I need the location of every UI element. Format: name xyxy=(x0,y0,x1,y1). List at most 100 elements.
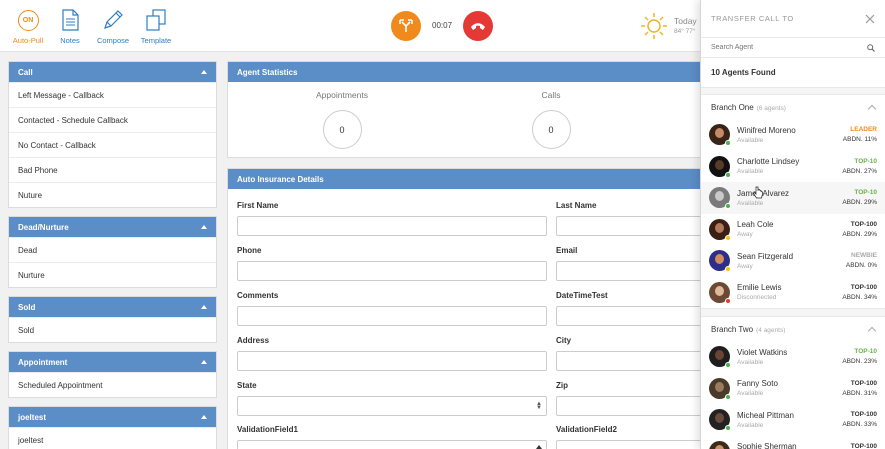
agent-info: Micheal Pittman Available xyxy=(737,411,842,429)
category-header[interactable]: Call xyxy=(9,62,216,82)
hang-up-button[interactable] xyxy=(463,11,493,41)
avatar xyxy=(709,409,731,432)
field-datetimetest: DateTimeTest xyxy=(556,291,701,326)
agent-status: Available xyxy=(737,421,764,429)
branch-header[interactable]: Branch One (6 agents) xyxy=(701,95,885,119)
agent-row[interactable]: Emilie Lewis Disconnected TOP-100 ABDN. 34% xyxy=(701,277,885,309)
agent-abandon-rate: ABDN. 23% xyxy=(842,358,877,366)
agent-row[interactable]: Sophie ShermanAvailableTOP-100ABDN. 33% xyxy=(701,436,885,449)
agent-row[interactable]: Sean Fitzgerald Away NEWBIE ABDN. 0% xyxy=(701,245,885,277)
avatar xyxy=(709,281,731,304)
disposition-item[interactable]: Bad Phone xyxy=(9,157,216,182)
agent-row[interactable]: Micheal Pittman Available TOP-100 ABDN. 33% xyxy=(701,404,885,436)
avatar-face xyxy=(715,444,724,449)
branch-one: Branch One (6 agents) Winifred Moreno Avai… xyxy=(701,94,885,309)
disposition-categories: Call Left Message - Callback Contacted -… xyxy=(8,61,217,449)
city-input[interactable] xyxy=(556,351,701,371)
disposition-item[interactable]: Sold xyxy=(9,317,216,342)
chevron-up-icon[interactable] xyxy=(867,104,877,113)
stat-value: 0 xyxy=(531,110,571,149)
avatar-face xyxy=(715,222,724,233)
disposition-item[interactable]: Left Message - Callback xyxy=(9,82,216,107)
branch-two: Branch Two (4 agents) Violet Watkins Avail… xyxy=(701,316,885,449)
auto-pull-on-icon: ON xyxy=(17,9,39,31)
zip-input[interactable] xyxy=(556,396,701,416)
agent-rank: TOP-10 xyxy=(854,189,877,197)
agent-info: Leah Cole Away xyxy=(737,220,842,238)
category-header[interactable]: Sold xyxy=(9,297,216,317)
scroll-up-icon[interactable] xyxy=(536,445,542,449)
template-button[interactable]: Template xyxy=(134,8,178,45)
branch-name: Branch One xyxy=(711,102,754,112)
disposition-item[interactable]: Dead xyxy=(9,237,216,262)
avatar xyxy=(709,187,731,210)
branch-header[interactable]: Branch Two (4 agents) xyxy=(701,317,885,341)
state-select[interactable]: ▲ ▼ xyxy=(237,396,547,416)
notes-label: Notes xyxy=(60,36,80,45)
category-sold: Sold Sold xyxy=(8,296,217,343)
panel-title: Agent Statistics xyxy=(228,62,701,82)
transfer-call-button[interactable] xyxy=(391,11,421,41)
comments-input[interactable] xyxy=(237,306,547,326)
agent-info: Winifred Moreno Available xyxy=(737,126,843,144)
agent-metrics: TOP-10 ABDN. 27% xyxy=(842,158,877,175)
agent-row[interactable]: Winifred Moreno Available LEADER ABDN. 11% xyxy=(701,119,885,151)
search-agent-input[interactable] xyxy=(711,44,851,51)
agent-row[interactable]: James Alvarez Available TOP-10 ABDN. 29% xyxy=(701,182,885,214)
agent-status: Available xyxy=(737,168,764,176)
disposition-item[interactable]: Nuture xyxy=(9,182,216,207)
disposition-item[interactable]: No Contact - Callback xyxy=(9,132,216,157)
stat-label: Calls xyxy=(541,90,561,100)
agent-info: Emilie Lewis Disconnected xyxy=(737,283,842,301)
stat-value: 0 xyxy=(322,110,362,149)
validationfield2-input[interactable] xyxy=(556,440,701,449)
email-input[interactable] xyxy=(556,261,701,281)
address-input[interactable] xyxy=(237,351,547,371)
agent-row[interactable]: Fanny Soto Available TOP-100 ABDN. 31% xyxy=(701,373,885,405)
category-header[interactable]: joeltest xyxy=(9,407,216,427)
last-name-input[interactable] xyxy=(556,216,701,236)
compose-button[interactable]: Compose xyxy=(91,8,135,45)
stat-label: Appointments xyxy=(316,90,368,100)
agent-row[interactable]: Leah Cole Away TOP-100 ABDN. 29% xyxy=(701,214,885,246)
disposition-item[interactable]: Scheduled Appointment xyxy=(9,372,216,397)
phone-input[interactable] xyxy=(237,261,547,281)
field-validationfield1: ValidationField1 xyxy=(237,425,547,449)
first-name-input[interactable] xyxy=(237,216,547,236)
agent-status: Available xyxy=(737,136,764,144)
stat-calls: Calls 0 xyxy=(491,90,611,149)
branch-count: (6 agents) xyxy=(756,104,786,112)
agents-found-count: 10 Agents Found xyxy=(701,58,885,88)
chevron-up-icon[interactable] xyxy=(867,326,877,335)
category-header[interactable]: Dead/Nurture xyxy=(9,217,216,237)
branch-list: Branch One (6 agents) Winifred Moreno Avai… xyxy=(701,88,885,449)
datetimetest-input[interactable] xyxy=(556,306,701,326)
disposition-item[interactable]: Contacted - Schedule Callback xyxy=(9,107,216,132)
close-icon[interactable] xyxy=(865,14,875,24)
notes-button[interactable]: Notes xyxy=(48,8,92,45)
avatar-face xyxy=(715,254,724,265)
disposition-item[interactable]: joeltest xyxy=(9,427,216,449)
collapse-caret-icon xyxy=(201,225,207,229)
select-arrows-icon: ▲ ▼ xyxy=(536,401,542,411)
avatar xyxy=(709,346,731,369)
field-address: Address xyxy=(237,336,547,371)
auto-pull-button[interactable]: ON Auto-Pull xyxy=(6,8,50,45)
category-header[interactable]: Appointment xyxy=(9,352,216,372)
agent-rank: LEADER xyxy=(850,126,877,134)
disposition-item[interactable]: Nurture xyxy=(9,262,216,287)
avatar xyxy=(709,218,731,241)
category-joeltest: joeltest joeltest xyxy=(8,406,217,449)
agent-abandon-rate: ABDN. 31% xyxy=(842,389,877,397)
validationfield1-input[interactable] xyxy=(237,440,547,449)
search-icon[interactable] xyxy=(867,43,875,52)
agent-rank: TOP-100 xyxy=(850,283,877,291)
avatar xyxy=(709,440,730,449)
category-call: Call Left Message - Callback Contacted -… xyxy=(8,61,217,208)
weather-widget xyxy=(640,12,668,42)
field-first-name: First Name xyxy=(237,201,547,236)
agent-row[interactable]: Violet Watkins Available TOP-10 ABDN. 23% xyxy=(701,341,885,373)
agent-info: Violet Watkins Available xyxy=(737,348,842,366)
agent-row[interactable]: Charlotte Lindsey Available TOP-10 ABDN. 27… xyxy=(701,151,885,183)
pencil-icon xyxy=(104,10,123,29)
